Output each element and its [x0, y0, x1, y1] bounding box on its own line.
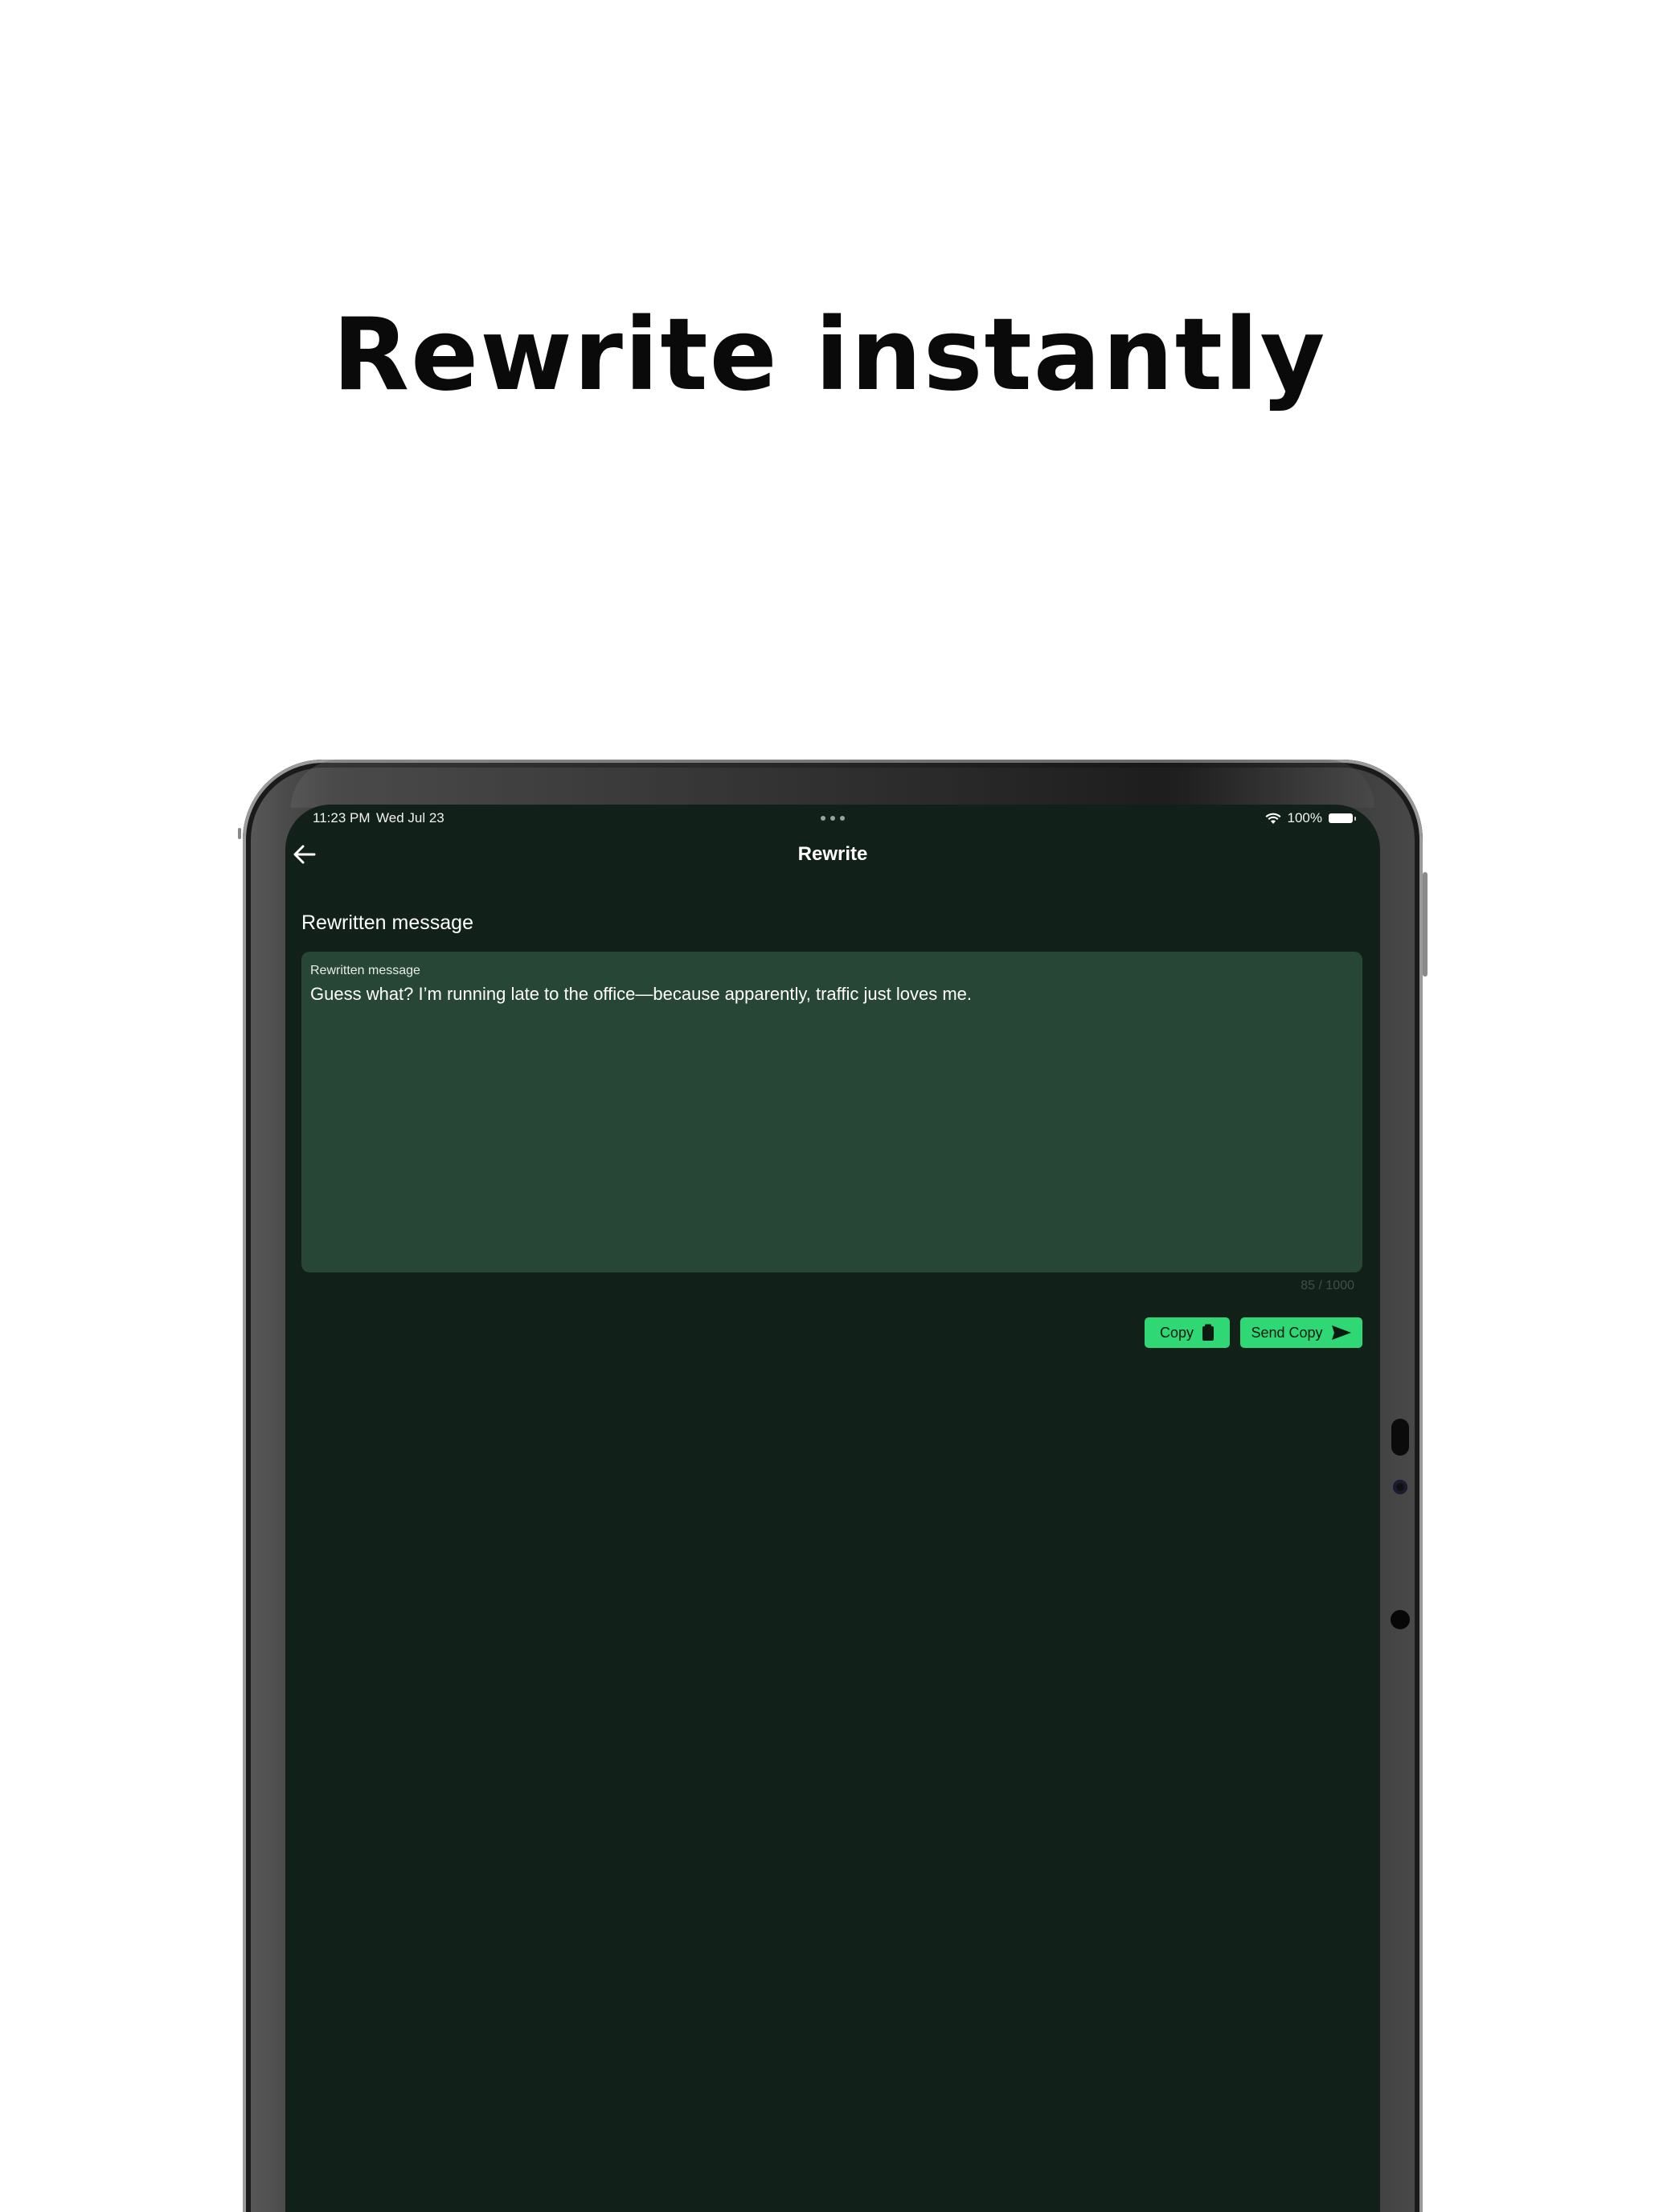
section-title: Rewritten message [301, 911, 473, 934]
volume-button [1423, 872, 1428, 977]
headline: Rewrite instantly [332, 297, 1327, 413]
send-copy-label: Send Copy [1251, 1324, 1323, 1341]
field-value[interactable]: Guess what? I’m running late to the offi… [310, 984, 1346, 1005]
battery-percent: 100% [1287, 810, 1322, 825]
page: Rewrite instantly 11:23 PM Wed Jul 23 10… [0, 0, 1659, 2212]
camera-dot-icon [1391, 1610, 1410, 1629]
app-screen: 11:23 PM Wed Jul 23 100% Rewrite Rewritt… [285, 805, 1380, 2212]
battery-icon [1329, 813, 1356, 823]
sensor-dot-icon [1399, 1580, 1402, 1583]
send-copy-button[interactable]: Send Copy [1240, 1317, 1362, 1348]
status-date: Wed Jul 23 [376, 810, 444, 825]
send-icon [1331, 1325, 1351, 1340]
copy-button[interactable]: Copy [1145, 1317, 1230, 1348]
copy-label: Copy [1159, 1324, 1194, 1341]
char-count: 85 / 1000 [1301, 1279, 1354, 1292]
status-right: 100% [1265, 810, 1356, 826]
field-label: Rewritten message [310, 964, 420, 977]
clipboard-icon [1202, 1324, 1215, 1341]
status-bar: 11:23 PM Wed Jul 23 100% [285, 805, 1380, 834]
camera-lens-icon [1393, 1480, 1407, 1494]
top-button [238, 828, 241, 839]
nav-title: Rewrite [797, 843, 868, 865]
wifi-icon [1265, 813, 1281, 824]
frame-sheen [291, 760, 1374, 808]
status-time: 11:23 PM [313, 810, 371, 825]
multitasking-dots-icon[interactable] [821, 816, 845, 822]
rewritten-message-field[interactable]: Rewritten message Guess what? I’m runnin… [301, 952, 1362, 1272]
sensor-pill-icon [1391, 1419, 1409, 1456]
